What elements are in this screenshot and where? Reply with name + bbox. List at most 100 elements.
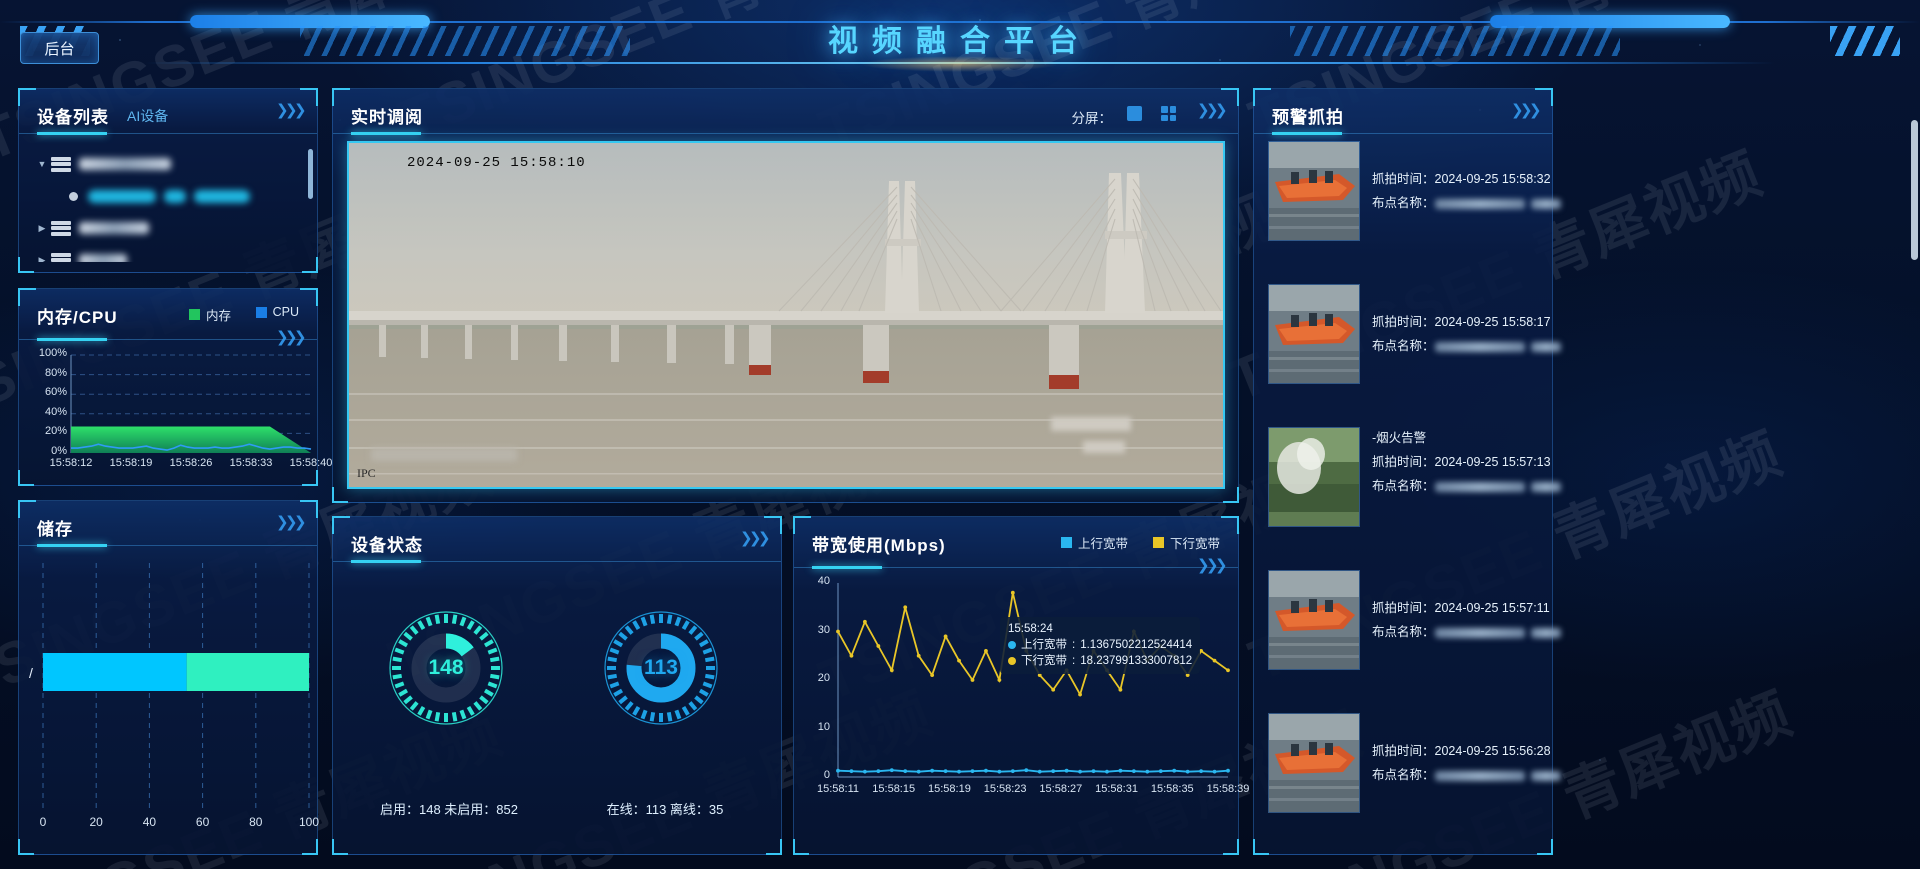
memory-cpu-chart: 0% 20% 40% 60% 80% 100% 15:58:12 15:58:19 15:58:…: [19, 341, 333, 487]
quad-split-icon[interactable]: [1161, 106, 1176, 121]
device-tree[interactable]: ▼ ▶ ▶ ▶: [33, 145, 303, 262]
alarm-list-item[interactable]: 抓拍时间：2024-09-25 15:57:11 布点名称：: [1268, 570, 1561, 674]
video-tile[interactable]: 2024-09-25 15:58:10 IPC: [347, 141, 1225, 489]
axis-tick-label: 30: [817, 623, 830, 636]
tooltip-time: 15:58:24: [1008, 623, 1053, 635]
alarm-time-value: 2024-09-25 15:57:13: [1434, 455, 1551, 469]
tab-ai-devices[interactable]: AI设备: [127, 106, 168, 126]
axis-tick-label: 100%: [38, 347, 67, 359]
storage-divider: [19, 544, 317, 547]
axis-tick-label: 20: [89, 815, 103, 829]
bandwidth-chart: 0 10 20 30 40 15:58:11 15:58:15 15:58:19 15:58:2…: [794, 569, 1249, 855]
alarm-info: 抓拍时间：2024-09-25 15:57:11 布点名称：: [1372, 570, 1562, 645]
alarm-thumbnail[interactable]: [1268, 713, 1360, 813]
device-status-panel: 设备状态 ❯ ❯ ❯ 148 113 启用：148 未启用：852 在线：113 离…: [332, 516, 782, 855]
alarm-list-item[interactable]: 抓拍时间：2024-09-25 15:58:17 布点名称：: [1268, 284, 1561, 388]
server-icon: [51, 156, 71, 172]
alarm-time-label: 抓拍时间：: [1372, 601, 1435, 615]
alarm-site-redacted: [1530, 481, 1561, 492]
alarm-site-label: 布点名称：: [1372, 479, 1435, 493]
axis-tick-label: 0: [823, 769, 830, 781]
axis-tick-label: 15:58:11: [816, 783, 859, 795]
alarm-thumbnail[interactable]: [1268, 427, 1360, 527]
gauge-value: 148: [428, 656, 464, 679]
dashboard-root: TSINGSEE 青犀视频 TSINGSEE 青犀视频 TSINGSEE 青犀视…: [0, 0, 1920, 869]
bandwidth-title: 带宽使用(Mbps): [812, 536, 946, 555]
alarm-site-label: 布点名称：: [1372, 625, 1435, 639]
axis-tick-label: 15:58:31: [1095, 783, 1138, 795]
axis-tick-label: 100: [298, 815, 320, 829]
legend-swatch-memory: [188, 309, 200, 320]
chevron-down-icon[interactable]: ▼: [33, 159, 51, 169]
legend-swatch-downlink: [1152, 537, 1164, 548]
video-timestamp: 2024-09-25 15:58:10: [407, 155, 586, 171]
tree-row-group[interactable]: ▶: [33, 215, 303, 241]
alarm-time-value: 2024-09-25 15:58:32: [1434, 172, 1551, 186]
storage-more-icon[interactable]: ❯ ❯ ❯: [276, 515, 307, 530]
alarm-time-label: 抓拍时间：: [1372, 315, 1435, 329]
live-view-more-icon[interactable]: ❯ ❯ ❯: [1197, 103, 1228, 118]
alarm-site-label: 布点名称：: [1372, 196, 1435, 210]
page-scrollbar[interactable]: [1911, 120, 1918, 260]
alarm-thumbnail[interactable]: [1268, 570, 1360, 670]
chevron-right-icon[interactable]: ▶: [33, 255, 51, 263]
legend-label-memory: 内存: [205, 309, 231, 323]
axis-tick-label: 10: [817, 720, 830, 733]
device-tree-scrollbar[interactable]: [308, 149, 313, 199]
backstage-button[interactable]: 后台: [20, 32, 99, 64]
tree-row-group[interactable]: ▶: [33, 247, 303, 262]
alarm-site-redacted: [1530, 198, 1561, 209]
chevron-right-icon[interactable]: ▶: [33, 223, 51, 234]
storage-title: 储存: [37, 520, 73, 539]
alarm-time-value: 2024-09-25 15:56:28: [1434, 744, 1551, 758]
alarm-site-redacted: [1434, 481, 1525, 492]
alarm-type-label: -烟火告警: [1372, 431, 1427, 445]
device-status-more-icon[interactable]: ❯ ❯ ❯: [740, 531, 771, 546]
alarm-time-value: 2024-09-25 15:57:11: [1434, 601, 1550, 615]
tree-row-group[interactable]: ▼: [33, 151, 303, 177]
legend-downlink: 下行宽带: [1152, 533, 1220, 552]
alarm-time-value: 2024-09-25 15:58:17: [1434, 315, 1551, 329]
axis-tick-label: 40: [817, 575, 830, 587]
header-glow: [860, 56, 1060, 72]
alarm-list-item[interactable]: 抓拍时间：2024-09-25 15:58:32 布点名称：: [1268, 141, 1561, 245]
axis-tick-label: 15:58:26: [169, 457, 213, 469]
live-view-title: 实时调阅: [351, 108, 423, 127]
legend-cpu: CPU: [255, 305, 299, 319]
device-list-title[interactable]: 设备列表: [37, 103, 109, 128]
alarm-site-redacted: [1530, 627, 1561, 638]
alarm-capture-more-icon[interactable]: ❯ ❯ ❯: [1511, 103, 1542, 118]
legend-memory: 内存: [188, 305, 231, 324]
page-title: 视频融合平台: [828, 25, 1092, 58]
device-status-divider: [333, 560, 781, 563]
tooltip-value-uplink: 1.1367502212524414: [1080, 639, 1193, 651]
alarm-site-row: 布点名称：: [1372, 764, 1562, 783]
gauge-value: 113: [644, 656, 678, 679]
memory-cpu-title: 内存/CPU: [37, 308, 118, 327]
axis-tick-label: 0%: [51, 445, 67, 457]
tooltip-row-uplink: 上行宽带: 1.1367502212524414: [1008, 637, 1192, 653]
alarm-list-item[interactable]: -烟火告警 抓拍时间：2024-09-25 15:57:13 布点名称：: [1268, 427, 1561, 531]
axis-tick-label: 15:58:33: [229, 457, 273, 469]
node-dot-icon: [69, 191, 78, 201]
alarm-list[interactable]: 抓拍时间：2024-09-25 15:58:32 布点名称： 抓拍时间：2024-0…: [1254, 135, 1561, 853]
alarm-info: -烟火告警 抓拍时间：2024-09-25 15:57:13 布点名称：: [1372, 427, 1562, 499]
tree-row-child[interactable]: [69, 183, 303, 209]
device-list-more-icon[interactable]: ❯ ❯ ❯: [276, 103, 307, 118]
alarm-capture-divider: [1254, 132, 1552, 135]
tree-label-redacted: [79, 222, 149, 234]
device-status-title: 设备状态: [351, 536, 423, 555]
alarm-thumbnail[interactable]: [1268, 141, 1360, 241]
alarm-time-row: 抓拍时间：2024-09-25 15:56:28: [1372, 740, 1562, 759]
alarm-thumbnail[interactable]: [1268, 284, 1360, 384]
alarm-site-row: 布点名称：: [1372, 192, 1562, 211]
alarm-list-item[interactable]: 抓拍时间：2024-09-25 15:56:28 布点名称：: [1268, 713, 1561, 817]
axis-tick-label: /: [29, 665, 33, 681]
tooltip-dot-uplink: [1008, 641, 1016, 649]
bandwidth-divider: [794, 566, 1238, 569]
tree-label-redacted: [79, 158, 171, 170]
alarm-capture-panel: 预警抓拍 ❯ ❯ ❯ 抓拍时间：2024-09-25 15:58:32 布点名称： 抓拍…: [1253, 88, 1561, 855]
single-split-icon[interactable]: [1127, 106, 1142, 121]
alarm-type-spacer: [1372, 570, 1562, 592]
alarm-time-label: 抓拍时间：: [1372, 172, 1435, 186]
